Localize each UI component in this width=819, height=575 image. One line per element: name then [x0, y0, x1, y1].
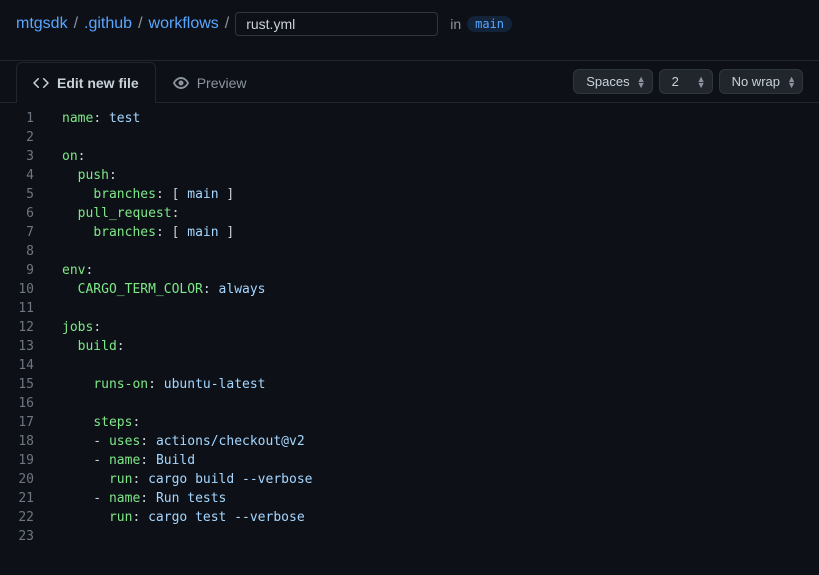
line-number: 15 — [10, 375, 34, 394]
code-line[interactable] — [62, 242, 312, 261]
line-number: 18 — [10, 432, 34, 451]
code-line[interactable]: CARGO_TERM_COLOR: always — [62, 280, 312, 299]
in-label: in — [450, 16, 461, 32]
code-line[interactable] — [62, 527, 312, 546]
code-line[interactable]: branches: [ main ] — [62, 185, 312, 204]
code-line[interactable] — [62, 299, 312, 318]
wrap-mode-value: No wrap — [732, 74, 780, 89]
indent-mode-value: Spaces — [586, 74, 629, 89]
line-number: 6 — [10, 204, 34, 223]
code-line[interactable]: name: test — [62, 109, 312, 128]
breadcrumb-sep: / — [225, 15, 229, 33]
wrap-mode-select[interactable]: No wrap ▲▼ — [719, 69, 803, 94]
line-number: 5 — [10, 185, 34, 204]
line-number: 14 — [10, 356, 34, 375]
filename-input[interactable] — [235, 12, 438, 36]
code-line[interactable]: run: cargo test --verbose — [62, 508, 312, 527]
breadcrumb-sep: / — [138, 15, 142, 33]
breadcrumb: mtgsdk / .github / workflows / in main — [0, 0, 819, 48]
code-line[interactable]: - name: Run tests — [62, 489, 312, 508]
updown-icon: ▲▼ — [637, 76, 646, 88]
code-line[interactable]: pull_request: — [62, 204, 312, 223]
code-line[interactable]: push: — [62, 166, 312, 185]
code-icon — [33, 75, 49, 91]
breadcrumb-repo[interactable]: mtgsdk — [16, 15, 68, 33]
line-number: 4 — [10, 166, 34, 185]
code-line[interactable] — [62, 128, 312, 147]
line-number: 21 — [10, 489, 34, 508]
tab-bar: Edit new file Preview Spaces ▲▼ 2 ▲▼ No … — [0, 60, 819, 103]
code-line[interactable]: - name: Build — [62, 451, 312, 470]
code-line[interactable]: run: cargo build --verbose — [62, 470, 312, 489]
line-number: 19 — [10, 451, 34, 470]
line-number: 2 — [10, 128, 34, 147]
line-number: 8 — [10, 242, 34, 261]
code-line[interactable] — [62, 394, 312, 413]
tab-edit[interactable]: Edit new file — [16, 62, 156, 103]
indent-size-value: 2 — [672, 74, 679, 89]
line-number: 17 — [10, 413, 34, 432]
line-number: 3 — [10, 147, 34, 166]
code-line[interactable]: steps: — [62, 413, 312, 432]
line-number: 20 — [10, 470, 34, 489]
code-line[interactable]: - uses: actions/checkout@v2 — [62, 432, 312, 451]
editor-controls: Spaces ▲▼ 2 ▲▼ No wrap ▲▼ — [573, 61, 803, 102]
code-line[interactable]: build: — [62, 337, 312, 356]
indent-mode-select[interactable]: Spaces ▲▼ — [573, 69, 652, 94]
line-number: 1 — [10, 109, 34, 128]
eye-icon — [173, 75, 189, 91]
code-line[interactable]: on: — [62, 147, 312, 166]
code-line[interactable]: jobs: — [62, 318, 312, 337]
breadcrumb-dir-workflows[interactable]: workflows — [149, 15, 219, 33]
code-line[interactable]: branches: [ main ] — [62, 223, 312, 242]
line-number: 12 — [10, 318, 34, 337]
line-number: 10 — [10, 280, 34, 299]
line-number: 23 — [10, 527, 34, 546]
breadcrumb-dir-github[interactable]: .github — [84, 15, 132, 33]
code-content[interactable]: name: test on: push: branches: [ main ] … — [52, 109, 312, 546]
line-number: 7 — [10, 223, 34, 242]
tab-preview-label: Preview — [197, 75, 247, 91]
line-number: 16 — [10, 394, 34, 413]
line-number-gutter: 1234567891011121314151617181920212223 — [0, 109, 52, 546]
code-line[interactable]: runs-on: ubuntu-latest — [62, 375, 312, 394]
tab-preview[interactable]: Preview — [156, 62, 264, 103]
code-editor[interactable]: 1234567891011121314151617181920212223 na… — [0, 103, 819, 546]
tab-edit-label: Edit new file — [57, 75, 139, 91]
branch-badge: main — [467, 16, 512, 32]
indent-size-select[interactable]: 2 ▲▼ — [659, 69, 713, 94]
line-number: 13 — [10, 337, 34, 356]
breadcrumb-sep: / — [74, 15, 78, 33]
line-number: 11 — [10, 299, 34, 318]
code-line[interactable]: env: — [62, 261, 312, 280]
code-line[interactable] — [62, 356, 312, 375]
line-number: 22 — [10, 508, 34, 527]
updown-icon: ▲▼ — [787, 76, 796, 88]
updown-icon: ▲▼ — [697, 76, 706, 88]
line-number: 9 — [10, 261, 34, 280]
